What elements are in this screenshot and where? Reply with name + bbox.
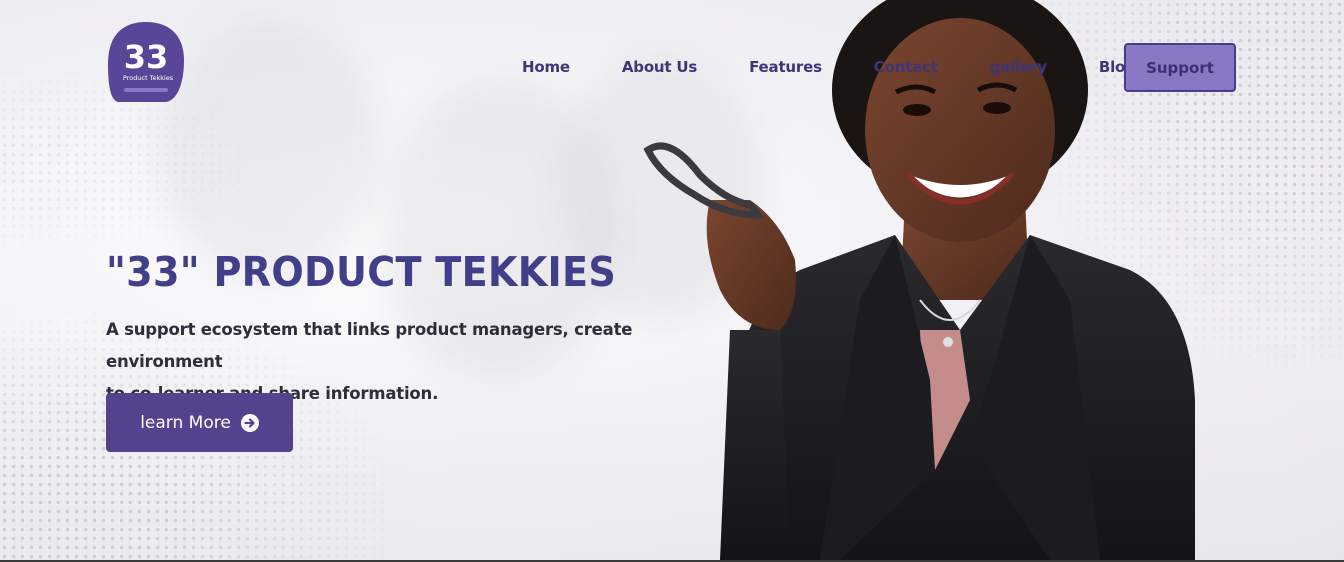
learn-more-button[interactable]: learn More [106, 393, 293, 452]
nav-about-us[interactable]: About Us [622, 58, 697, 76]
hero-title: "33" PRODUCT TEKKIES [106, 248, 617, 296]
learn-more-label: learn More [140, 412, 231, 433]
support-button[interactable]: Support [1124, 43, 1236, 92]
logo-number: 33 [124, 38, 169, 76]
brand-logo[interactable]: 33 Product Tekkies [106, 20, 186, 104]
nav-contact[interactable]: Contact [874, 58, 938, 76]
main-nav: Home About Us Features Contact gallery B… [496, 43, 1162, 91]
logo-tagline: Product Tekkies [123, 74, 174, 82]
nav-features[interactable]: Features [749, 58, 822, 76]
hero-subtitle-line-1: A support ecosystem that links product m… [106, 320, 633, 371]
nav-home[interactable]: Home [522, 58, 570, 76]
arrow-right-circle-icon [240, 413, 259, 432]
nav-gallery[interactable]: gallery [990, 58, 1047, 76]
